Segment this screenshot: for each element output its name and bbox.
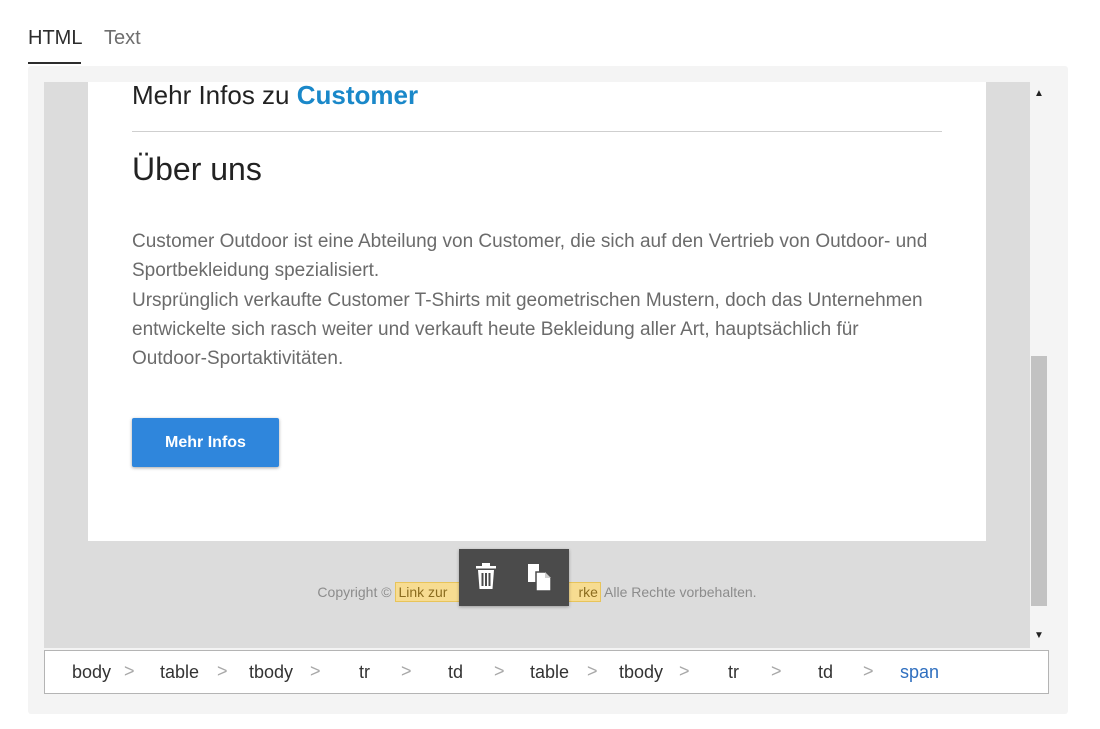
copy-icon[interactable] bbox=[525, 561, 555, 593]
breadcrumb-separator: > bbox=[587, 661, 598, 681]
breadcrumb-separator: > bbox=[679, 661, 690, 681]
breadcrumb-separator: > bbox=[217, 661, 228, 681]
breadcrumb-table[interactable]: table bbox=[160, 662, 199, 683]
breadcrumb-td[interactable]: td bbox=[448, 662, 463, 683]
breadcrumb-table[interactable]: table bbox=[530, 662, 569, 683]
breadcrumb-tr[interactable]: tr bbox=[359, 662, 370, 683]
breadcrumb-separator: > bbox=[771, 661, 782, 681]
breadcrumb-tbody[interactable]: tbody bbox=[619, 662, 663, 683]
floating-element-toolbar bbox=[459, 549, 569, 606]
tab-text[interactable]: Text bbox=[104, 26, 141, 62]
rights-text: Alle Rechte vorbehalten. bbox=[600, 584, 757, 600]
scrollbar-thumb[interactable] bbox=[1031, 356, 1047, 606]
trash-icon[interactable] bbox=[471, 561, 501, 593]
active-tab-indicator bbox=[28, 62, 81, 64]
email-content-card: Mehr Infos zu Customer Über uns Customer… bbox=[88, 82, 986, 541]
breadcrumb-separator: > bbox=[401, 661, 412, 681]
divider bbox=[132, 131, 942, 132]
scroll-up-arrow-icon[interactable]: ▲ bbox=[1030, 84, 1048, 104]
link-text-end: rke bbox=[578, 584, 598, 600]
breadcrumb-td[interactable]: td bbox=[818, 662, 833, 683]
breadcrumb-separator: > bbox=[310, 661, 321, 681]
breadcrumb-tbody[interactable]: tbody bbox=[249, 662, 293, 683]
link-text-start: Link zur bbox=[398, 584, 448, 600]
paragraph-line-1: Customer Outdoor ist eine Abteilung von … bbox=[132, 231, 928, 282]
breadcrumb-tr[interactable]: tr bbox=[728, 662, 739, 683]
element-breadcrumb: body > table > tbody > tr > td > table >… bbox=[44, 650, 1049, 694]
about-paragraph[interactable]: Customer Outdoor ist eine Abteilung von … bbox=[132, 227, 932, 373]
vertical-scrollbar[interactable]: ▲ ▼ bbox=[1030, 82, 1048, 648]
about-heading[interactable]: Über uns bbox=[132, 150, 262, 188]
scroll-down-arrow-icon[interactable]: ▼ bbox=[1030, 626, 1048, 646]
paragraph-line-2: Ursprünglich verkaufte Customer T-Shirts… bbox=[132, 289, 923, 370]
breadcrumb-body[interactable]: body bbox=[72, 662, 111, 683]
breadcrumb-separator: > bbox=[863, 661, 874, 681]
brand-name: Customer bbox=[296, 82, 419, 110]
more-info-prefix: Mehr Infos zu bbox=[132, 82, 297, 110]
copyright-text: Copyright © bbox=[317, 584, 396, 600]
breadcrumb-span[interactable]: span bbox=[900, 662, 939, 683]
breadcrumb-separator: > bbox=[124, 661, 135, 681]
breadcrumb-separator: > bbox=[494, 661, 505, 681]
tab-html[interactable]: HTML bbox=[28, 26, 82, 62]
more-info-heading[interactable]: Mehr Infos zu Customer bbox=[132, 82, 418, 110]
more-info-button[interactable]: Mehr Infos bbox=[132, 418, 279, 467]
